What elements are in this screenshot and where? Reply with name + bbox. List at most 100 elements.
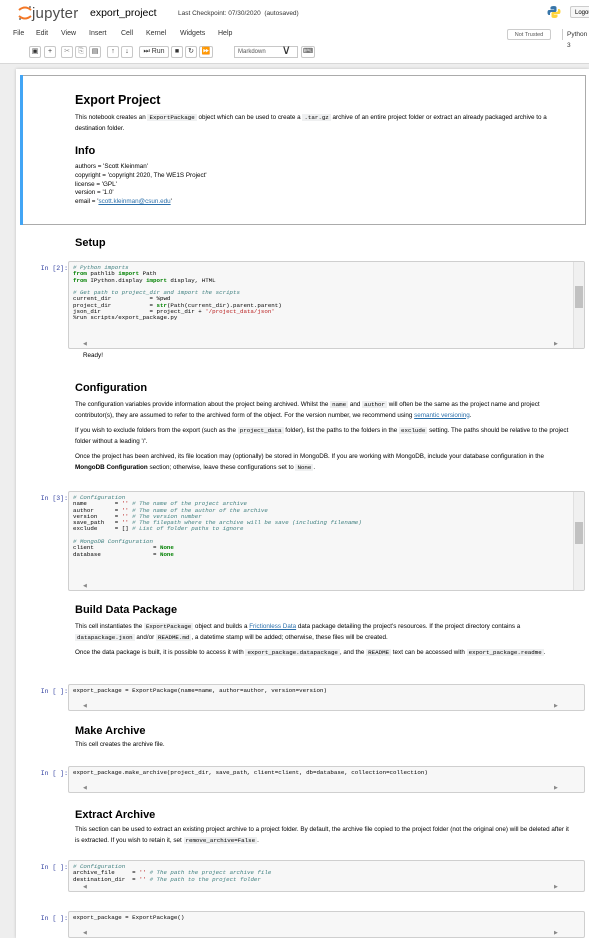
scroll-right-icon[interactable]: ▶	[554, 785, 558, 791]
make-markdown-cell[interactable]: Make Archive This cell creates the archi…	[75, 724, 575, 751]
notebook-name[interactable]: export_project	[90, 7, 157, 19]
scroll-left-icon[interactable]: ◀	[83, 341, 87, 347]
logout-button[interactable]: Logout	[570, 6, 589, 18]
intro-markdown-cell[interactable]: Export Project This notebook creates an …	[75, 92, 575, 207]
save-button[interactable]: ▣	[29, 46, 41, 58]
code-content: # Python imports from pathlib import Pat…	[73, 264, 282, 322]
scroll-left-icon[interactable]: ◀	[83, 930, 87, 936]
make-cell-prompt: In [ ]:	[40, 770, 68, 777]
intro-paragraph: This notebook creates an ExportPackage o…	[75, 113, 575, 134]
text: folder), list the paths to the folders i…	[283, 427, 400, 434]
inline-code: export_package.datapackage	[245, 649, 340, 656]
email-link[interactable]: scott.kleinman@csun.edu	[98, 198, 170, 205]
restart-button[interactable]: ↻	[185, 46, 197, 58]
bold-text: MongoDB Configuration	[75, 463, 148, 471]
text: This notebook creates an	[75, 114, 148, 121]
extract-config-code-cell[interactable]: # Configuration archive_file = '' # The …	[68, 860, 585, 892]
setup-markdown-cell[interactable]: Setup	[75, 236, 575, 250]
menu-edit[interactable]: Edit	[36, 30, 48, 37]
semantic-versioning-link[interactable]: semantic versioning	[414, 412, 470, 419]
run-label: Run	[151, 48, 165, 55]
build-markdown-cell[interactable]: Build Data Package This cell instantiate…	[75, 603, 575, 659]
info-authors: authors = 'Scott Kleinman'	[75, 163, 148, 170]
text: .	[257, 836, 259, 844]
menu-cell[interactable]: Cell	[121, 30, 133, 37]
selected-cell-indicator	[20, 75, 23, 225]
make-code-cell[interactable]: export_package.make_archive(project_dir,…	[68, 766, 585, 793]
move-down-button[interactable]: ↓	[121, 46, 133, 58]
copy-button[interactable]: ⎘	[75, 46, 87, 58]
config-code-cell[interactable]: # Configuration name = '' # The name of …	[68, 491, 585, 591]
build-paragraph-1: This cell instantiates the ExportPackage…	[75, 622, 575, 643]
interrupt-button[interactable]: ■	[171, 46, 183, 58]
scroll-left-icon[interactable]: ◀	[83, 785, 87, 791]
extract-heading: Extract Archive	[75, 809, 156, 821]
text: object which can be used to create a	[196, 114, 303, 121]
vertical-scrollbar[interactable]	[573, 262, 584, 348]
frictionless-data-link[interactable]: Frictionless Data	[249, 623, 296, 630]
text: object and builds a	[193, 623, 250, 630]
text: data package detailing the project's res…	[296, 623, 521, 630]
cut-button[interactable]: ✂	[61, 46, 73, 58]
scroll-left-icon[interactable]: ◀	[83, 884, 87, 890]
config-cell-prompt: In [3]:	[40, 495, 68, 502]
config-markdown-cell[interactable]: Configuration The configuration variable…	[75, 381, 575, 473]
setup-code-cell[interactable]: # Python imports from pathlib import Pat…	[68, 261, 585, 349]
config-heading: Configuration	[75, 382, 148, 394]
extract-cell-prompt: In [ ]:	[40, 915, 68, 922]
not-trusted-button[interactable]: Not Trusted	[507, 29, 551, 40]
vertical-scrollbar[interactable]	[573, 492, 584, 590]
code-content: # Configuration name = '' # The name of …	[73, 494, 362, 558]
menu-file[interactable]: File	[13, 30, 24, 37]
scroll-left-icon[interactable]: ◀	[83, 583, 87, 589]
restart-run-all-button[interactable]: ⏩	[199, 46, 213, 58]
scroll-left-icon[interactable]: ◀	[83, 703, 87, 709]
python-logo-icon	[547, 6, 561, 18]
step-forward-icon: ⏭	[143, 48, 150, 55]
text: and/or	[134, 633, 157, 641]
restart-icon: ↻	[188, 48, 194, 55]
cell-type-select[interactable]: Markdown ∨	[234, 42, 298, 58]
menu-view[interactable]: View	[61, 30, 76, 37]
scrollbar-thumb[interactable]	[575, 522, 583, 544]
scroll-right-icon[interactable]: ▶	[554, 884, 558, 890]
menu-help[interactable]: Help	[218, 30, 232, 37]
command-palette-button[interactable]: ⌨	[301, 46, 315, 58]
text: The configuration variables provide info…	[75, 401, 331, 408]
jupyter-logo[interactable]: jupyter	[16, 4, 86, 22]
paste-button[interactable]: ▤	[89, 46, 101, 58]
inline-code: remove_archive=False	[183, 836, 258, 844]
setup-output: Ready!	[83, 352, 103, 359]
scroll-right-icon[interactable]: ▶	[554, 930, 558, 936]
chevron-down-icon: ∨	[281, 42, 291, 57]
run-button[interactable]: ⏭ Run	[139, 46, 169, 58]
paste-icon: ▤	[91, 48, 99, 55]
fast-forward-icon: ⏩	[201, 48, 211, 55]
move-up-button[interactable]: ↑	[107, 46, 119, 58]
text: text can be accessed with	[391, 649, 467, 656]
jupyter-logo-text: jupyter	[32, 5, 79, 22]
arrow-up-icon: ↑	[111, 48, 115, 55]
kernel-indicator[interactable]: Python 3	[562, 29, 589, 49]
extract-paragraph: This section can be used to extract an e…	[75, 825, 575, 846]
inline-code: name	[330, 401, 349, 408]
extract-code-cell[interactable]: export_package = ExportPackage() ◀ ▶	[68, 911, 585, 938]
scroll-right-icon[interactable]: ▶	[554, 703, 558, 709]
inline-code: author	[362, 401, 387, 408]
extract-markdown-cell[interactable]: Extract Archive This section can be used…	[75, 808, 575, 846]
text: and	[348, 401, 363, 408]
inline-code: datapackage.json	[75, 633, 135, 641]
inline-code: ExportPackage	[147, 114, 197, 121]
inline-code: None	[295, 463, 314, 471]
menu-widgets[interactable]: Widgets	[180, 30, 205, 37]
build-code-cell[interactable]: export_package = ExportPackage(name=name…	[68, 684, 585, 711]
setup-cell-prompt: In [2]:	[40, 265, 68, 272]
scroll-right-icon[interactable]: ▶	[554, 341, 558, 347]
insert-cell-button[interactable]: +	[44, 46, 56, 58]
info-version: version = '1.0'	[75, 189, 114, 197]
scrollbar-thumb[interactable]	[575, 286, 583, 308]
text: , and the	[339, 649, 367, 656]
menu-insert[interactable]: Insert	[89, 30, 107, 37]
build-cell-prompt: In [ ]:	[40, 688, 68, 695]
menu-kernel[interactable]: Kernel	[146, 30, 166, 37]
